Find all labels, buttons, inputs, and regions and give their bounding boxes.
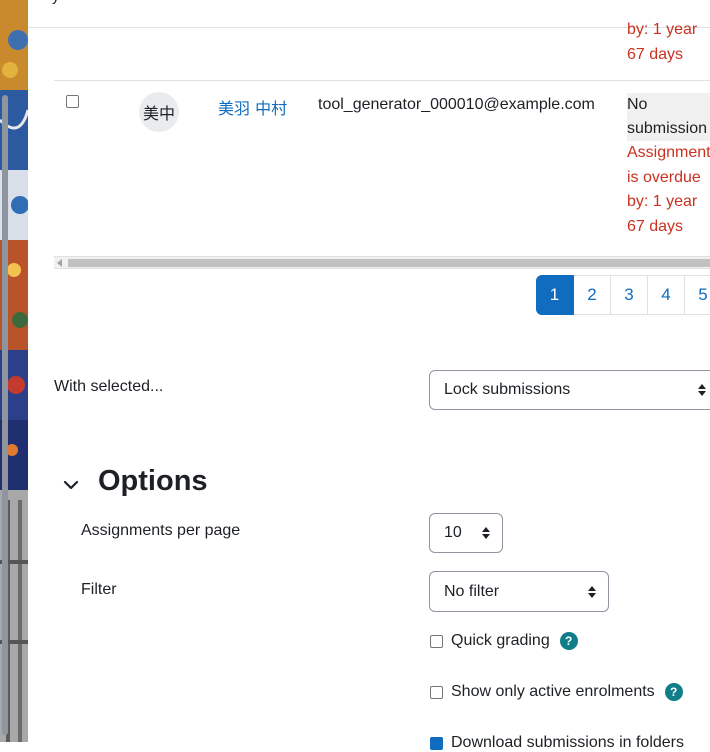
select-arrows-icon <box>482 527 490 539</box>
download-folders-row: Download submissions in folders <box>430 734 684 752</box>
download-folders-label[interactable]: Download submissions in folders <box>451 734 684 752</box>
page-link-2[interactable]: 2 <box>574 275 611 315</box>
options-heading[interactable]: Options <box>98 465 208 498</box>
user-name-link[interactable]: 美羽 中村 <box>218 95 287 119</box>
filter-label: Filter <box>81 581 117 598</box>
submission-status-badge: No submission <box>627 93 710 141</box>
scroll-left-arrow-icon[interactable] <box>57 259 62 267</box>
header-text-fragment: y <box>52 0 60 5</box>
page-link-5[interactable]: 5 <box>685 275 710 315</box>
user-email: tool_generator_000010@example.com <box>318 96 595 113</box>
page-link-4[interactable]: 4 <box>648 275 685 315</box>
per-page-select[interactable]: 10 <box>429 513 503 553</box>
bulk-action-value: Lock submissions <box>444 381 571 398</box>
status-text: No <box>627 96 648 113</box>
overdue-text: is overdue <box>627 168 701 186</box>
active-enrolments-checkbox[interactable] <box>430 685 443 699</box>
quick-grading-row: Quick grading ? <box>430 632 578 650</box>
bulk-action-select[interactable]: Lock submissions <box>429 370 710 410</box>
scrollbar-thumb[interactable] <box>68 259 710 267</box>
active-enrolments-row: Show only active enrolments ? <box>430 683 683 701</box>
filter-select[interactable]: No filter <box>429 571 609 612</box>
overdue-status: Assignment is overdue by: 1 year 67 days <box>627 141 710 239</box>
quick-grading-label[interactable]: Quick grading <box>451 632 550 650</box>
avatar[interactable]: 美中 <box>139 92 179 132</box>
header-divider <box>28 27 710 28</box>
table-horizontal-scrollbar[interactable] <box>54 256 710 269</box>
select-arrows-icon <box>588 585 596 598</box>
download-folders-checkbox[interactable] <box>430 736 443 750</box>
select-arrows-icon <box>698 384 706 396</box>
row-select-checkbox[interactable] <box>66 95 79 108</box>
quick-grading-checkbox[interactable] <box>430 634 443 648</box>
chevron-down-icon[interactable] <box>63 477 79 493</box>
overdue-text: by: 1 year <box>627 193 698 210</box>
overdue-text: 67 days <box>627 217 684 235</box>
page-link-1[interactable]: 1 <box>536 275 574 315</box>
previous-row-status-line: by: 1 year <box>627 21 698 38</box>
page-link-3[interactable]: 3 <box>611 275 648 315</box>
per-page-value: 10 <box>444 524 462 541</box>
overdue-text: Assignment <box>627 144 710 161</box>
previous-row-status-line: 67 days <box>627 46 684 63</box>
status-text: submission <box>627 120 708 137</box>
help-icon[interactable]: ? <box>559 632 578 650</box>
help-icon[interactable]: ? <box>664 683 683 701</box>
submission-status-cell: No submission Assignment is overdue by: … <box>627 93 710 239</box>
filter-value: No filter <box>444 582 500 600</box>
with-selected-label: With selected... <box>54 378 164 395</box>
previous-row-status: by: 1 year 67 days <box>627 17 697 67</box>
table-row-divider <box>54 80 710 81</box>
page-scrollbar[interactable] <box>2 95 8 735</box>
pagination: 1 2 3 4 5 <box>536 275 710 315</box>
active-enrolments-label[interactable]: Show only active enrolments <box>451 683 655 701</box>
per-page-label: Assignments per page <box>81 522 241 539</box>
